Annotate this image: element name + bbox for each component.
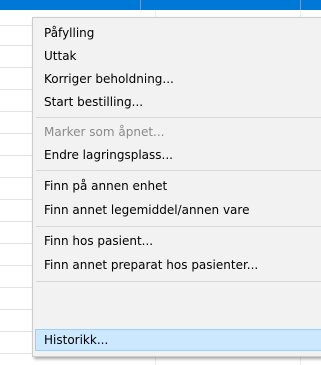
menu-item-uttak[interactable]: Uttak [35,45,321,67]
menu-item-historikk[interactable]: Historikk... [35,329,321,351]
context-menu: Påfylling Uttak Korriger beholdning... S… [32,17,321,357]
menu-separator [36,170,321,171]
menu-item-finn-hos-pasient[interactable]: Finn hos pasient... [35,230,321,252]
menu-item-marker-som-apnet: Marker som åpnet... [44,125,165,139]
menu-item-start-bestilling[interactable]: Start bestilling... [35,91,321,113]
menu-item-finn-annet-preparat[interactable]: Finn annet preparat hos pasienter... [35,254,321,276]
menu-separator [36,117,321,118]
menu-item-finn-pa-annen-enhet[interactable]: Finn på annen enhet [35,175,321,197]
menu-separator [36,226,321,227]
menu-separator [36,281,321,282]
menu-item-pafylling[interactable]: Påfylling [35,22,321,44]
selected-row-bar [0,0,321,10]
menu-item-korriger-beholdning[interactable]: Korriger beholdning... [35,68,321,90]
menu-item-endre-lagringsplass[interactable]: Endre lagringsplass... [35,144,321,166]
menu-item-finn-annet-legemiddel[interactable]: Finn annet legemiddel/annen vare [35,199,321,221]
